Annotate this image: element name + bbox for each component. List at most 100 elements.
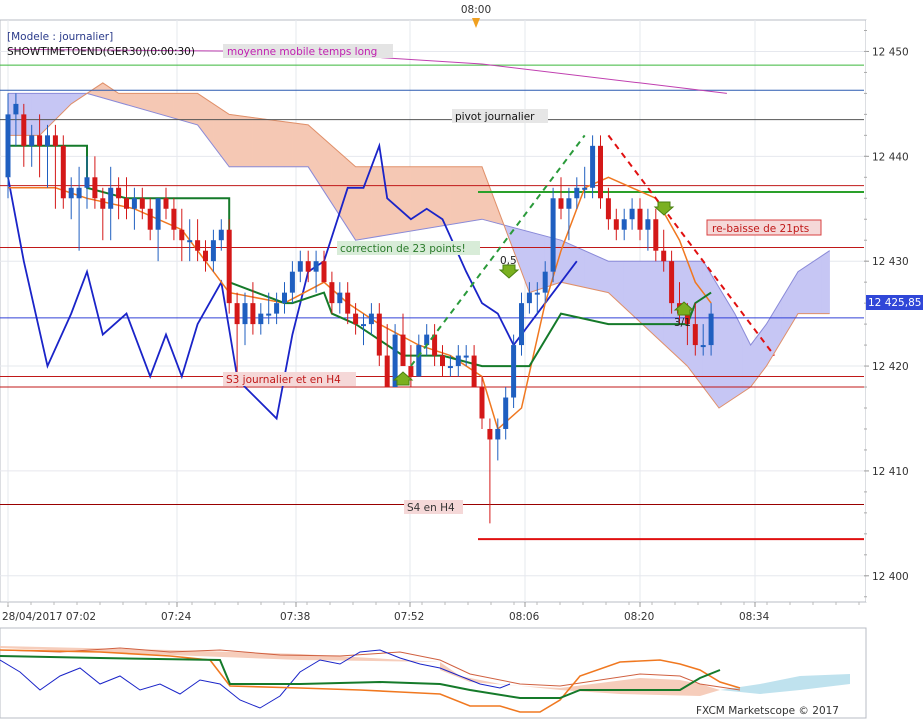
x-tick-label: 07:24 (161, 611, 192, 623)
candle-body (384, 355, 390, 388)
price-chart[interactable]: pivot journalier correction de 23 points!… (0, 0, 923, 720)
candle-body (669, 261, 675, 304)
cloud-segment (600, 257, 609, 294)
cloud-segment (173, 93, 183, 121)
cloud-segment (655, 260, 665, 345)
cloud-segment (426, 166, 435, 229)
cloud-segment (181, 93, 190, 124)
cloud-segment (647, 260, 657, 338)
candle-body (195, 240, 201, 251)
candle-body (274, 303, 280, 314)
candle-body (131, 198, 137, 209)
candle-body (353, 313, 359, 325)
candle-body (139, 198, 145, 209)
cloud-segment (244, 116, 254, 168)
candle-body (574, 187, 580, 199)
cloud-segment (236, 115, 246, 168)
ma-label: moyenne mobile temps long (227, 46, 377, 58)
candle (60, 135, 66, 209)
rebaisse-label: re-baisse de 21pts (712, 223, 809, 235)
model-label: [Modele : journalier] (7, 31, 113, 43)
candle-body (416, 345, 422, 377)
fib-label-b: 3/1 (674, 317, 691, 329)
candle-body (542, 271, 548, 293)
x-tick-label: 08:20 (624, 611, 654, 623)
candle-body (329, 282, 335, 304)
candle-body (21, 114, 27, 146)
y-tick-label: 12 400 (872, 571, 909, 583)
candle-body (250, 303, 256, 325)
y-tick-label: 12 430 (872, 256, 909, 268)
candle-body (171, 208, 177, 230)
candle-body (550, 198, 556, 272)
cloud-segment (813, 255, 823, 314)
cloud-segment (592, 253, 601, 292)
cloud-segment (623, 260, 633, 316)
candle-body (60, 145, 66, 199)
cloud-segment (252, 117, 262, 168)
candle-body (495, 428, 501, 440)
candle-body (503, 397, 509, 429)
cloud-segment (347, 159, 356, 242)
cloud-segment (797, 265, 807, 314)
cloud-segment (157, 93, 167, 117)
candle-body (29, 135, 35, 146)
correction-label: correction de 23 points! (340, 243, 466, 255)
candle-body (479, 387, 485, 419)
symbol-label: SHOWTIMETOEND(GER30)(0:00:30) (7, 46, 195, 58)
candle-body (52, 135, 58, 146)
candle-body (5, 114, 11, 178)
candle-body (487, 428, 493, 440)
price-tag: 12 425,85 (868, 297, 921, 309)
y-tick-label: 12 450 (872, 46, 909, 58)
candle-body (692, 324, 698, 346)
cloud-segment (473, 166, 483, 221)
cloud-segment (149, 93, 159, 115)
candle-body (124, 198, 129, 209)
cloud-segment (631, 260, 641, 323)
candle-body (463, 355, 469, 358)
candle-body (629, 208, 635, 220)
candle-body (361, 324, 366, 327)
x-tick-label: 28/04/2017 07:02 (2, 611, 96, 623)
candle-body (116, 187, 122, 199)
candle-body (234, 303, 240, 325)
cloud-segment (228, 114, 238, 168)
candle-body (598, 145, 603, 199)
candle-body (37, 135, 43, 146)
candle (598, 135, 603, 209)
cloud-segment (268, 119, 277, 168)
y-tick-label: 12 420 (872, 361, 909, 373)
candle-body (203, 250, 208, 262)
x-tick-label: 08:34 (739, 611, 770, 623)
cloud-segment (284, 121, 293, 168)
candle-body (68, 187, 74, 199)
candle-body (400, 334, 406, 367)
cloud-segment (568, 243, 578, 287)
candle-body (582, 187, 588, 190)
cloud-segment (465, 166, 475, 223)
candle-body (708, 313, 714, 346)
cloud-segment (821, 250, 830, 314)
candle-body (297, 261, 303, 272)
cloud-segment (410, 166, 420, 232)
candle-body (45, 135, 50, 146)
candle-body (84, 177, 90, 188)
candle-body (700, 345, 706, 348)
candle-body (519, 303, 524, 346)
candle-body (258, 313, 264, 325)
top-time-marker: 08:00 (461, 4, 491, 16)
cloud-segment (805, 260, 815, 314)
candle-body (266, 313, 272, 316)
candle-body (455, 355, 461, 367)
candle-body (511, 345, 517, 398)
candle-body (108, 187, 114, 209)
cloud-segment (299, 123, 309, 168)
candle-body (76, 187, 82, 199)
cloud-segment (260, 118, 270, 168)
cloud-segment (165, 93, 175, 119)
candle-body (92, 177, 98, 199)
candle-body (558, 198, 564, 209)
candle-body (471, 355, 477, 388)
candle-body (179, 229, 185, 241)
